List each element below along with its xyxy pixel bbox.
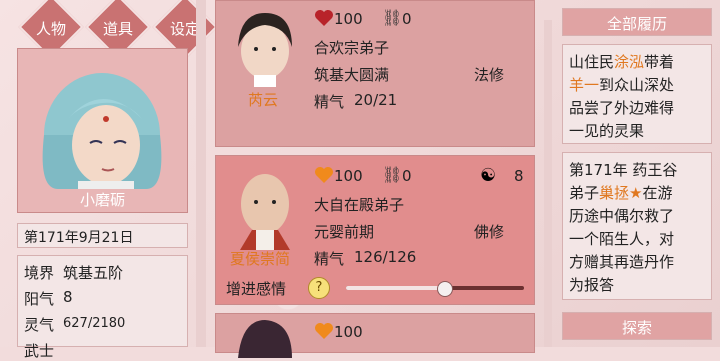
nav-settings-button[interactable]: 设定 [152,0,218,60]
yinyang-value: 8 [514,167,524,185]
nav-character-button[interactable]: 人物 [18,0,84,60]
nav-items-label: 道具 [102,20,133,38]
history-text: 历途中偶尔救了 [569,207,675,225]
yinyang-icon: ☯ [480,165,497,186]
player-stats-panel: 境界 筑基五阶 阳气 8 灵气 627/2180 武士 [17,255,188,360]
history-text: 第171年 药王谷 [569,161,678,179]
npc-name: 芮云 [248,91,279,109]
player-name: 小磨砺 [79,191,125,209]
history-highlight: 涂泓 [614,53,645,71]
history-text: 山住民 [569,53,615,71]
love-value: 100 [334,323,363,341]
help-icon[interactable]: ? [308,277,330,299]
cuffs-value: 0 [402,10,412,28]
date-panel: 第171年9月21日 [17,223,188,248]
history-text: 品尝了外边难得 [569,99,675,117]
realm-label: 境界 [24,264,55,282]
history-highlight: 巢拯★ [599,184,643,202]
history-text: 一见的灵果 [569,122,645,140]
affection-slider-knob[interactable] [436,281,453,297]
yang-value: 8 [63,288,73,306]
ling-label: 灵气 [24,316,55,334]
history-text: 为报答 [569,276,615,294]
npc-portrait [238,13,292,87]
cuffs-value: 0 [402,167,412,185]
yang-label: 阳气 [24,290,55,308]
path-text: 佛修 [474,223,505,241]
npc-portrait [240,174,290,250]
history-entry: 第171年 药王谷 弟子巢拯★在游 历途中偶尔救了 一个陌生人，对 方赠其再造丹… [562,152,712,300]
love-value: 100 [334,10,363,28]
nav-settings-label: 设定 [169,20,200,38]
nav-character-label: 人物 [35,20,66,38]
affection-slider-fill [346,286,444,290]
affection-label: 增进感情 [226,280,287,298]
heart-icon [315,167,333,183]
npc-card[interactable]: 芮云 100 ⛓ 0 合欢宗弟子 筑基大圆满 法修 精气 20/21 [215,0,535,147]
explore-button[interactable]: 探索 [562,312,712,340]
history-text: 到众山深处 [599,76,675,94]
essence-value: 126/126 [354,248,417,266]
history-title-button[interactable]: 全部履历 [562,8,712,36]
player-portrait-panel[interactable]: 小磨砺 [17,48,188,213]
handcuffs-icon: ⛓ [382,8,403,27]
history-title: 全部履历 [606,15,667,33]
history-text: 弟子 [569,184,600,202]
sect-text: 大自在殿弟子 [314,196,405,214]
essence-value: 20/21 [354,91,398,109]
explore-label: 探索 [621,319,652,337]
heart-icon [315,323,333,339]
list-scrollbar-track[interactable] [196,0,206,347]
realm-text: 元婴前期 [314,223,375,241]
history-text: 方赠其再造丹作 [569,253,675,271]
history-text: 在游 [642,184,673,202]
path-text: 法修 [474,66,505,84]
heart-icon [315,10,333,26]
history-scrollbar-track[interactable] [544,20,552,347]
history-text: 一个陌生人，对 [569,230,675,248]
cutoff-label: 武士 [24,342,55,360]
npc-portrait [238,320,292,358]
essence-label: 精气 [314,250,345,268]
realm-value: 筑基五阶 [63,264,124,282]
history-highlight: 羊一 [569,76,600,94]
sect-text: 合欢宗弟子 [314,39,390,57]
essence-label: 精气 [314,93,345,111]
ling-value: 627/2180 [63,316,126,331]
npc-card[interactable]: 夏侯崇简 100 ⛓ 0 ☯ 8 大自在殿弟子 元婴前期 佛修 精气 126/1… [215,155,535,305]
player-portrait [42,73,162,189]
date-text: 第171年9月21日 [24,230,134,246]
npc-name: 夏侯崇简 [230,250,291,268]
love-value: 100 [334,167,363,185]
history-text: 带着 [644,53,675,71]
npc-card[interactable]: 100 [215,313,535,358]
nav-items-button[interactable]: 道具 [85,0,151,60]
history-entry: 山住民涂泓带着 羊一到众山深处 品尝了外边难得 一见的灵果 [562,44,712,144]
handcuffs-icon: ⛓ [382,165,403,184]
realm-text: 筑基大圆满 [314,66,390,84]
